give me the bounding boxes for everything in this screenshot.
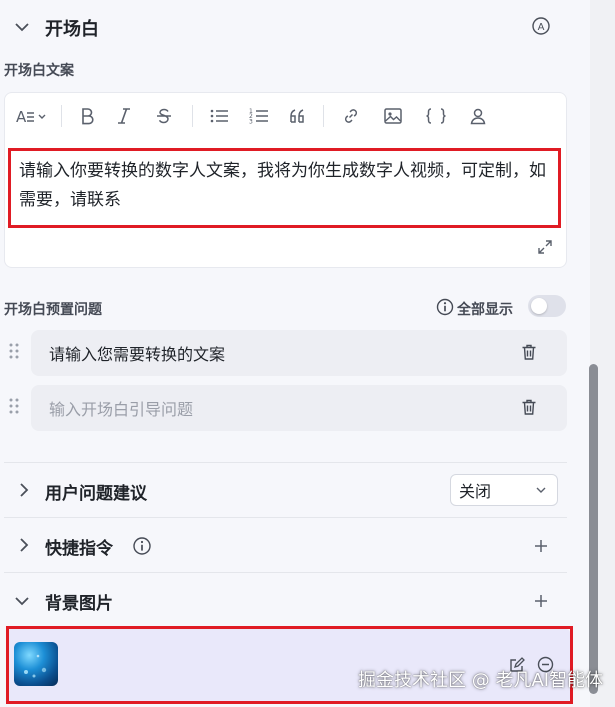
plus-icon[interactable] xyxy=(533,538,549,554)
chevron-down-icon[interactable] xyxy=(12,591,32,611)
bold-icon[interactable] xyxy=(70,102,104,130)
link-icon[interactable] xyxy=(332,102,370,130)
section-title-background: 背景图片 xyxy=(45,594,113,614)
expand-icon[interactable] xyxy=(537,239,553,255)
text-format-icon[interactable]: A xyxy=(13,102,53,130)
drag-handle-icon[interactable] xyxy=(8,397,20,415)
preset-question-text[interactable]: 请输入您需要转换的文案 xyxy=(49,341,225,365)
section-title-opening: 开场白 xyxy=(45,19,99,40)
section-title-shortcuts: 快捷指令 xyxy=(45,539,113,559)
quote-icon[interactable] xyxy=(281,102,315,130)
italic-icon[interactable] xyxy=(104,102,144,130)
toolbar-divider xyxy=(61,105,62,127)
suggestions-select-value: 关闭 xyxy=(459,482,492,501)
svg-text:A: A xyxy=(538,22,545,33)
preset-question-row[interactable]: 请输入您需要转换的文案 xyxy=(31,330,567,376)
show-all-toggle[interactable] xyxy=(528,295,566,317)
section-divider xyxy=(4,462,567,463)
chevron-right-icon[interactable] xyxy=(14,535,34,555)
chevron-down-icon[interactable] xyxy=(12,17,32,37)
image-icon[interactable] xyxy=(370,102,416,130)
section-divider xyxy=(4,517,567,518)
preset-question-placeholder[interactable]: 输入开场白引导问题 xyxy=(49,396,193,420)
braces-icon[interactable] xyxy=(416,102,456,130)
toolbar-divider xyxy=(192,105,193,127)
preset-question-input-row[interactable]: 输入开场白引导问题 xyxy=(31,385,567,431)
svg-text:3: 3 xyxy=(249,119,253,126)
highlight-box-editor-text xyxy=(8,148,561,228)
bullet-list-icon[interactable] xyxy=(201,102,237,130)
info-icon[interactable] xyxy=(132,536,152,556)
highlight-box-background-image xyxy=(6,626,573,704)
drag-handle-icon[interactable] xyxy=(8,342,20,360)
svg-text:A: A xyxy=(16,108,27,124)
opening-text-label: 开场白文案 xyxy=(4,63,74,79)
preset-questions-label: 开场白预置问题 xyxy=(4,302,102,318)
section-divider xyxy=(4,572,567,573)
user-icon[interactable] xyxy=(456,102,500,130)
editor-toolbar: A 123 xyxy=(5,93,566,139)
plus-icon[interactable] xyxy=(533,593,549,609)
numbered-list-icon[interactable]: 123 xyxy=(237,102,281,130)
trash-icon[interactable] xyxy=(520,398,538,416)
section-title-suggestions: 用户问题建议 xyxy=(45,484,147,504)
scrollbar-thumb[interactable] xyxy=(589,364,598,694)
chevron-right-icon[interactable] xyxy=(14,480,34,500)
chevron-down-icon xyxy=(535,481,547,500)
toolbar-divider xyxy=(323,105,324,127)
info-icon[interactable] xyxy=(436,298,454,316)
trash-icon[interactable] xyxy=(520,343,538,361)
strikethrough-icon[interactable] xyxy=(144,102,184,130)
auto-circle-icon[interactable]: A xyxy=(531,16,551,36)
suggestions-select[interactable]: 关闭 xyxy=(450,474,558,506)
show-all-label: 全部显示 xyxy=(457,302,513,318)
watermark-text: 掘金技术社区 @ 老凡AI智能体 xyxy=(358,670,604,691)
